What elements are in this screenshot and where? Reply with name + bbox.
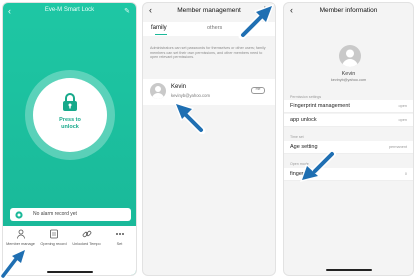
row-fingerprint-management[interactable]: Fingerprint management open (284, 100, 413, 113)
section-header-permission: Permission settings (290, 95, 322, 99)
document-icon (49, 229, 58, 239)
press-to-unlock-label: Press to unlock (33, 117, 107, 131)
tab-opening-record[interactable]: Opening record (37, 229, 70, 253)
home-header: ‹ Eve-M Smart Lock ✎ (3, 6, 136, 20)
arrow-icon (238, 4, 274, 40)
avatar-person-icon (342, 49, 358, 67)
more-icon (115, 233, 124, 235)
avatar (150, 83, 166, 99)
alarm-text: No alarm record yet (33, 211, 77, 217)
member-name: Kevin (171, 84, 187, 90)
lock-title: Eve-M Smart Lock (44, 7, 95, 13)
arrow-icon (0, 248, 26, 278)
active-tab-indicator (155, 34, 167, 35)
link-icon (82, 230, 91, 238)
home-screen: ‹ Eve-M Smart Lock ✎ Press to unlock No … (2, 2, 137, 276)
profile-header: Kevin kevinyb@yahoo.com (284, 45, 413, 91)
member-badge-label: me (255, 87, 261, 91)
row-label: Fingerprint management (290, 103, 350, 109)
section-header-time: Time set (290, 135, 304, 139)
tab-family[interactable]: family (151, 25, 167, 31)
member-badge: me (251, 87, 265, 94)
arrow-icon (300, 150, 336, 182)
profile-email: kevinyb@yahoo.com (330, 78, 367, 82)
member-email: kevinyb@yahoo.com (171, 93, 210, 98)
row-app-unlock[interactable]: app unlock open (284, 114, 413, 127)
avatar-person-icon (152, 86, 164, 99)
tab-others[interactable]: others (207, 25, 222, 31)
profile-name: Kevin (341, 71, 356, 77)
bell-icon (15, 211, 23, 219)
row-value: permanent (388, 145, 407, 149)
edit-icon[interactable]: ✎ (124, 7, 130, 15)
home-indicator (326, 269, 372, 271)
row-value: 0 (404, 172, 407, 176)
unlock-button[interactable]: Press to unlock (33, 78, 107, 152)
row-value: open (398, 118, 407, 122)
row-value: open (398, 104, 407, 108)
home-indicator (47, 271, 93, 273)
tab-label: Set (116, 242, 123, 246)
press-label-line1: Press to (59, 117, 81, 123)
arrow-icon (174, 102, 206, 134)
nav-bar: ‹ Member information (284, 5, 413, 17)
page-title: Member information (319, 7, 378, 14)
member-row[interactable]: Kevin kevinyb@yahoo.com me (143, 79, 275, 105)
person-icon (16, 229, 25, 239)
member-information-screen: ‹ Member information Kevin kevinyb@yahoo… (283, 2, 414, 276)
permission-description: Administrators can set passwords for the… (150, 46, 266, 60)
alarm-bar[interactable]: No alarm record yet (10, 208, 131, 221)
press-label-line2: unlock (61, 124, 79, 130)
member-management-screen: ‹ Member management + family others Admi… (142, 2, 276, 276)
lock-icon (63, 93, 77, 111)
tab-unlocked-tempo[interactable]: Unlocked Tempo (70, 229, 103, 253)
tab-set[interactable]: Set (103, 229, 136, 253)
avatar (339, 45, 361, 67)
tab-label: Opening record (40, 242, 67, 246)
tab-label: Unlocked Tempo (72, 242, 101, 246)
unlock-button-ring[interactable]: Press to unlock (25, 70, 115, 160)
row-label: app unlock (290, 117, 317, 123)
